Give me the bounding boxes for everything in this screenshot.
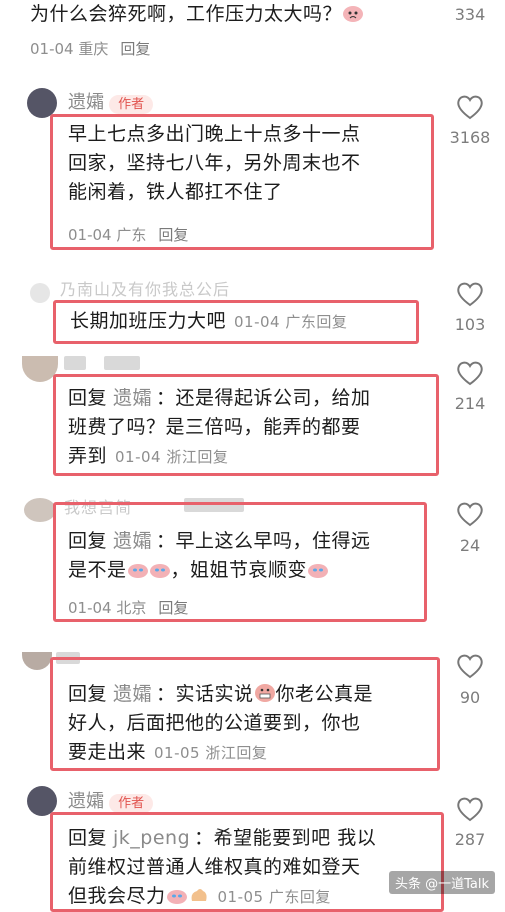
comment-text: 回复 遗孀 ：早上这么早吗，住得远 是不是 ，姐姐节哀顺变: [68, 530, 371, 581]
heart-icon[interactable]: [455, 652, 485, 680]
reply-link[interactable]: 回复: [158, 599, 188, 617]
sad-face-icon: [343, 6, 364, 22]
crying-face-icon: [166, 890, 187, 904]
author-badge: 作者: [109, 95, 154, 114]
like-count: 90: [459, 688, 481, 707]
watermark: 头条 @一道Talk: [388, 871, 495, 894]
avatar[interactable]: [22, 652, 52, 670]
comment-text: 早上七点多出门晚上十点多十一点 回家，坚持七八年，另外周末也不 能闲着，铁人都扛不住…: [68, 123, 361, 203]
like-count: 334: [454, 5, 486, 24]
comment-text: 回复 遗孀 ：还是得起诉公司，给加 班费了吗？是三倍吗，能弄的都要 弄到 01-04 …: [68, 387, 371, 467]
reply-link[interactable]: 回复: [316, 313, 347, 331]
like-count: 3168: [449, 128, 491, 147]
heart-icon[interactable]: [455, 500, 485, 528]
comment-header: 遗孀 作者: [68, 88, 154, 114]
reply-link[interactable]: 回复: [120, 40, 150, 58]
crying-face-icon: [127, 564, 148, 578]
heart-icon[interactable]: [455, 280, 485, 308]
username[interactable]: 遗孀: [68, 92, 104, 113]
username[interactable]: 乃南山及有你我总公后: [60, 276, 230, 300]
reply-link[interactable]: 回复: [300, 888, 331, 906]
comment-header: 遗孀 作者: [68, 787, 154, 813]
like-count: 214: [454, 394, 486, 413]
muscle-icon: [191, 889, 207, 901]
heart-icon[interactable]: [455, 795, 485, 823]
avatar[interactable]: [24, 498, 56, 522]
comment-text: 回复 jk_peng ：希望能要到吧 我以 前维权过普通人维权真的难如登天 但我会尽…: [68, 827, 377, 907]
reply-target[interactable]: 遗孀: [113, 530, 152, 552]
blurred-username: [104, 356, 140, 370]
grimace-face-icon: [254, 684, 275, 702]
reply-target[interactable]: jk_peng: [113, 827, 190, 849]
heart-icon[interactable]: [455, 359, 485, 387]
username[interactable]: 遗孀: [68, 791, 104, 812]
crying-face-icon: [308, 564, 329, 578]
crying-face-icon: [149, 564, 170, 578]
like-count: 24: [459, 536, 481, 555]
comment-meta: 01-04 重庆 回复: [30, 40, 151, 58]
reply-link[interactable]: 回复: [158, 226, 188, 244]
comment-meta: 01-04 北京 回复: [68, 599, 189, 617]
comment-text: 长期加班压力大吧 01-04 广东回复: [70, 310, 348, 332]
comment-meta: 01-04 广东 回复: [68, 226, 189, 244]
reply-target[interactable]: 遗孀: [113, 683, 152, 705]
heart-icon[interactable]: [455, 93, 485, 121]
avatar[interactable]: [30, 283, 50, 303]
reply-target[interactable]: 遗孀: [113, 387, 152, 409]
comment-text: 为什么会猝死啊，工作压力太大吗？: [30, 0, 364, 29]
blurred-username: [64, 356, 86, 370]
reply-link[interactable]: 回复: [197, 448, 228, 466]
like-count: 287: [454, 830, 486, 849]
comment-text: 回复 遗孀 ：实话实说 你老公真是 好人，后面把他的公道要到，你也 要走出来 01-05…: [68, 683, 374, 763]
reply-link[interactable]: 回复: [236, 744, 267, 762]
like-count: 103: [454, 315, 486, 334]
author-badge: 作者: [109, 794, 154, 813]
